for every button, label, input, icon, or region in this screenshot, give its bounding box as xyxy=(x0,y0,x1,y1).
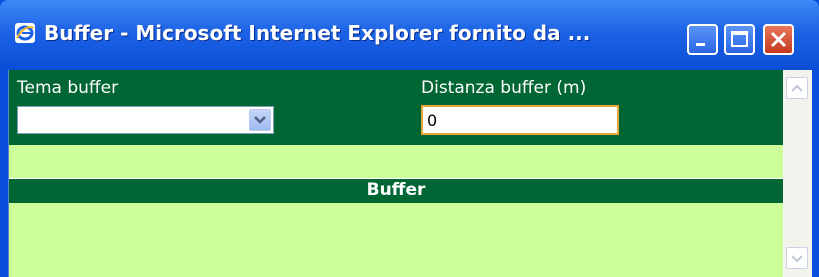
close-icon xyxy=(770,31,787,48)
close-button[interactable] xyxy=(763,24,794,55)
section-title: Buffer xyxy=(366,180,426,200)
chevron-down-icon xyxy=(254,116,266,124)
minimize-icon xyxy=(696,43,705,46)
window-title: Buffer - Microsoft Internet Explorer for… xyxy=(44,21,591,45)
distanza-buffer-label: Distanza buffer (m) xyxy=(421,78,587,98)
scroll-up-icon xyxy=(791,84,803,92)
distanza-buffer-input[interactable]: 0 xyxy=(421,105,619,135)
maximize-icon xyxy=(731,31,748,47)
buffer-section-header: Buffer xyxy=(9,178,783,203)
vertical-scrollbar[interactable] xyxy=(783,70,812,277)
page-content: Tema buffer Distanza buffer (m) 0 Buffer xyxy=(8,70,812,277)
browser-window: Buffer - Microsoft Internet Explorer for… xyxy=(0,0,819,277)
dropdown-button[interactable] xyxy=(249,109,271,131)
ie-icon xyxy=(15,23,35,43)
tema-buffer-label: Tema buffer xyxy=(17,78,119,98)
tema-buffer-select[interactable] xyxy=(17,106,274,134)
scroll-down-icon xyxy=(791,255,803,263)
buffer-form-panel: Tema buffer Distanza buffer (m) 0 xyxy=(9,70,783,145)
scroll-up-button[interactable] xyxy=(786,77,808,99)
title-bar[interactable]: Buffer - Microsoft Internet Explorer for… xyxy=(0,0,819,70)
maximize-button[interactable] xyxy=(724,24,755,55)
minimize-button[interactable] xyxy=(687,24,718,55)
scroll-down-button[interactable] xyxy=(786,247,808,269)
